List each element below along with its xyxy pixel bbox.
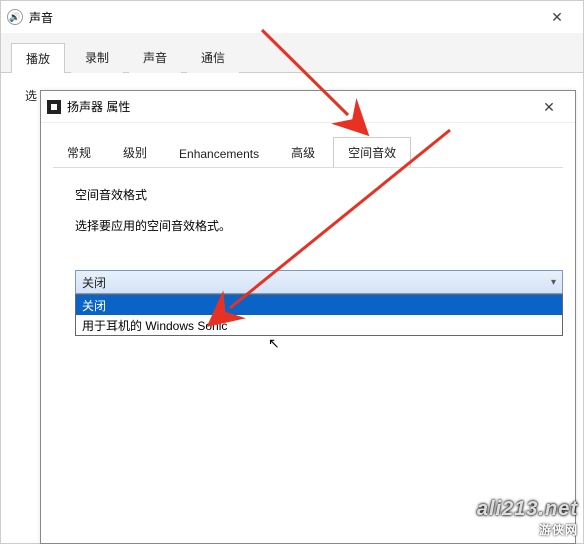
spatial-format-desc: 选择要应用的空间音效格式。 (75, 217, 541, 234)
tab-comm[interactable]: 通信 (187, 43, 239, 73)
combo-option-windows-sonic[interactable]: 用于耳机的 Windows Sonic (76, 315, 562, 335)
close-button[interactable]: ✕ (537, 5, 577, 29)
sound-dialog-title: 声音 (29, 9, 537, 26)
tab-playback[interactable]: 播放 (11, 43, 65, 73)
close-button[interactable]: ✕ (529, 95, 569, 119)
watermark: ali213.net 游侠网 (477, 498, 578, 538)
sound-icon: 🔊 (7, 9, 23, 25)
spatial-format-label: 空间音效格式 (75, 186, 541, 203)
spatial-format-combo[interactable]: 关闭 ▾ 关闭 用于耳机的 Windows Sonic (75, 270, 563, 294)
spatial-sound-panel: 空间音效格式 选择要应用的空间音效格式。 关闭 ▾ 关闭 用于耳机的 Windo… (53, 167, 563, 312)
sound-dialog-tabs: 播放 录制 声音 通信 (1, 33, 583, 73)
combo-dropdown: 关闭 用于耳机的 Windows Sonic (75, 294, 563, 336)
speaker-icon (47, 100, 61, 114)
tab-sounds[interactable]: 声音 (129, 43, 181, 73)
speaker-properties-dialog: 扬声器 属性 ✕ 常规 级别 Enhancements 高级 空间音效 空间音效… (40, 90, 576, 544)
combo-display[interactable]: 关闭 ▾ (75, 270, 563, 294)
watermark-sub: 游侠网 (477, 521, 578, 538)
speaker-properties-titlebar: 扬声器 属性 ✕ (41, 91, 575, 123)
combo-value: 关闭 (82, 274, 106, 291)
tab-record[interactable]: 录制 (71, 43, 123, 73)
chevron-down-icon: ▾ (551, 277, 556, 288)
watermark-main: ali213.net (477, 498, 578, 520)
tab-general[interactable]: 常规 (53, 138, 105, 167)
tab-spatial-sound[interactable]: 空间音效 (333, 137, 411, 167)
combo-option-off[interactable]: 关闭 (76, 295, 562, 315)
tab-enhancements[interactable]: Enhancements (165, 141, 273, 167)
speaker-properties-tabs: 常规 级别 Enhancements 高级 空间音效 (41, 123, 575, 167)
speaker-properties-title: 扬声器 属性 (67, 98, 529, 115)
tab-advanced[interactable]: 高级 (277, 138, 329, 167)
tab-levels[interactable]: 级别 (109, 138, 161, 167)
sound-dialog-titlebar: 🔊 声音 ✕ (1, 1, 583, 33)
